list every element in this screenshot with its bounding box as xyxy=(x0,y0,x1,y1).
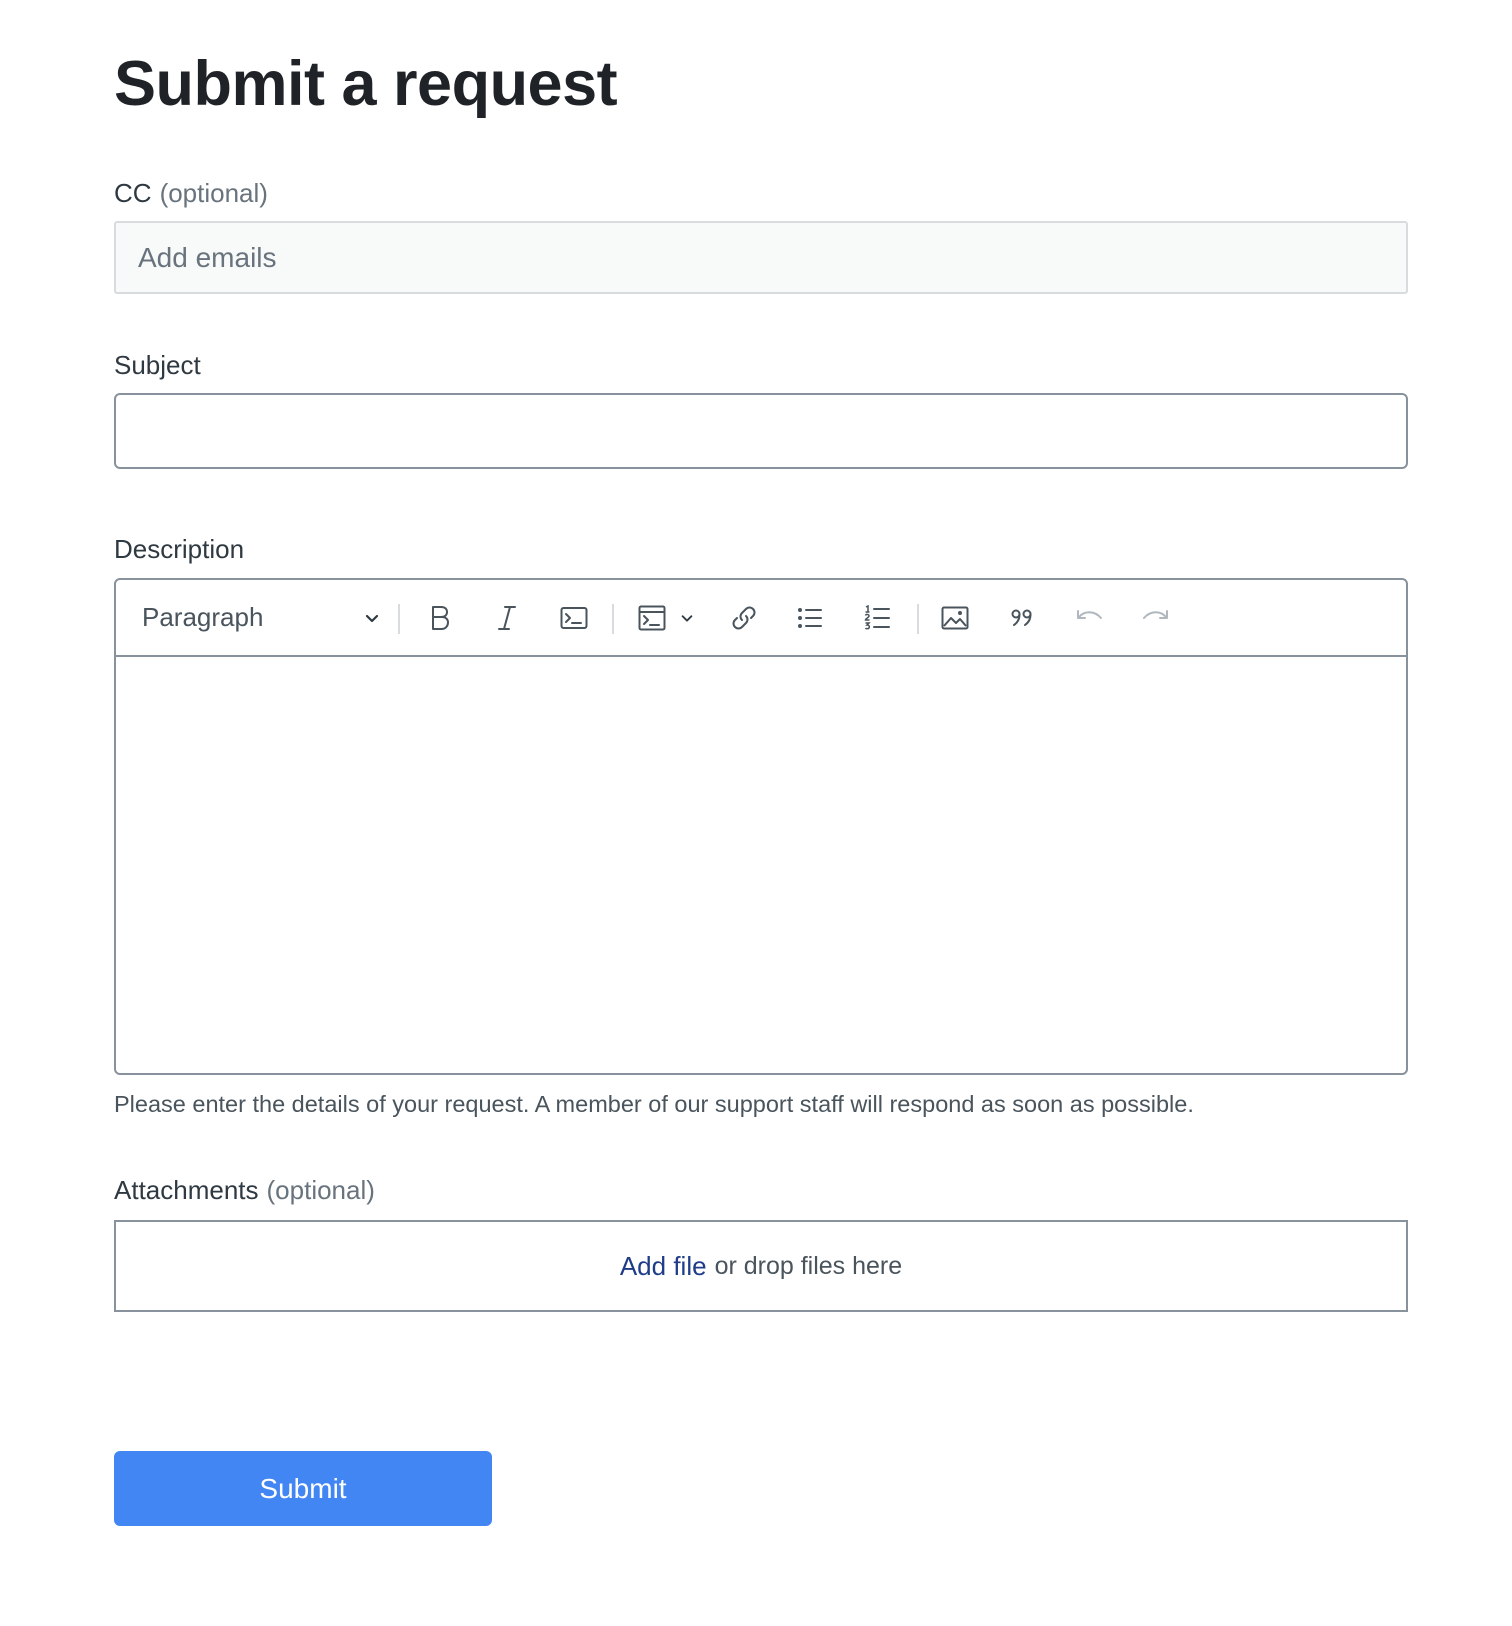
italic-icon xyxy=(496,604,518,632)
chevron-down-icon xyxy=(364,610,380,626)
submit-button[interactable]: Submit xyxy=(114,1451,492,1526)
toolbar-divider xyxy=(612,604,614,634)
description-editor: Paragraph xyxy=(114,578,1408,1075)
description-hint: Please enter the details of your request… xyxy=(114,1091,1194,1117)
drop-files-text: or drop files here xyxy=(714,1251,903,1280)
add-file-link[interactable]: Add file xyxy=(620,1251,707,1282)
code-block-dropdown[interactable] xyxy=(622,580,710,655)
description-text-area[interactable] xyxy=(116,657,1406,1073)
link-icon xyxy=(730,604,758,632)
chevron-down-icon xyxy=(680,611,694,625)
italic-button[interactable] xyxy=(479,580,535,655)
attachments-label-text: Attachments xyxy=(114,1175,259,1205)
blockquote-icon xyxy=(1010,608,1034,628)
link-button[interactable] xyxy=(716,580,772,655)
redo-icon xyxy=(1142,608,1170,628)
bold-button[interactable] xyxy=(412,580,468,655)
cc-label: CC (optional) xyxy=(114,177,268,209)
cc-email-input[interactable] xyxy=(114,221,1408,294)
editor-toolbar: Paragraph xyxy=(116,580,1406,657)
attachments-label: Attachments (optional) xyxy=(114,1174,375,1206)
bold-icon xyxy=(428,604,452,632)
inline-code-button[interactable] xyxy=(546,580,602,655)
cc-label-text: CC xyxy=(114,178,152,208)
subject-input[interactable] xyxy=(114,393,1408,469)
bulleted-list-button[interactable] xyxy=(782,580,838,655)
cc-optional-text: (optional) xyxy=(159,178,268,208)
code-block-icon xyxy=(638,605,666,631)
block-format-dropdown[interactable]: Paragraph xyxy=(142,580,382,655)
bulleted-list-icon xyxy=(797,606,823,630)
block-format-label: Paragraph xyxy=(142,602,264,632)
undo-icon xyxy=(1075,608,1103,628)
numbered-list-icon xyxy=(864,604,890,631)
toolbar-divider xyxy=(917,604,919,634)
inline-code-icon xyxy=(560,606,588,630)
image-button[interactable] xyxy=(927,580,983,655)
attachments-dropzone[interactable]: Add file or drop files here xyxy=(114,1220,1408,1312)
attachments-optional-text: (optional) xyxy=(266,1175,375,1205)
description-label: Description xyxy=(114,534,245,564)
redo-button[interactable] xyxy=(1128,580,1184,655)
numbered-list-button[interactable] xyxy=(849,580,905,655)
undo-button[interactable] xyxy=(1061,580,1117,655)
subject-label: Subject xyxy=(114,350,201,380)
page-title: Submit a request xyxy=(114,49,618,119)
toolbar-divider xyxy=(398,604,400,634)
image-icon xyxy=(941,606,969,630)
blockquote-button[interactable] xyxy=(994,580,1050,655)
